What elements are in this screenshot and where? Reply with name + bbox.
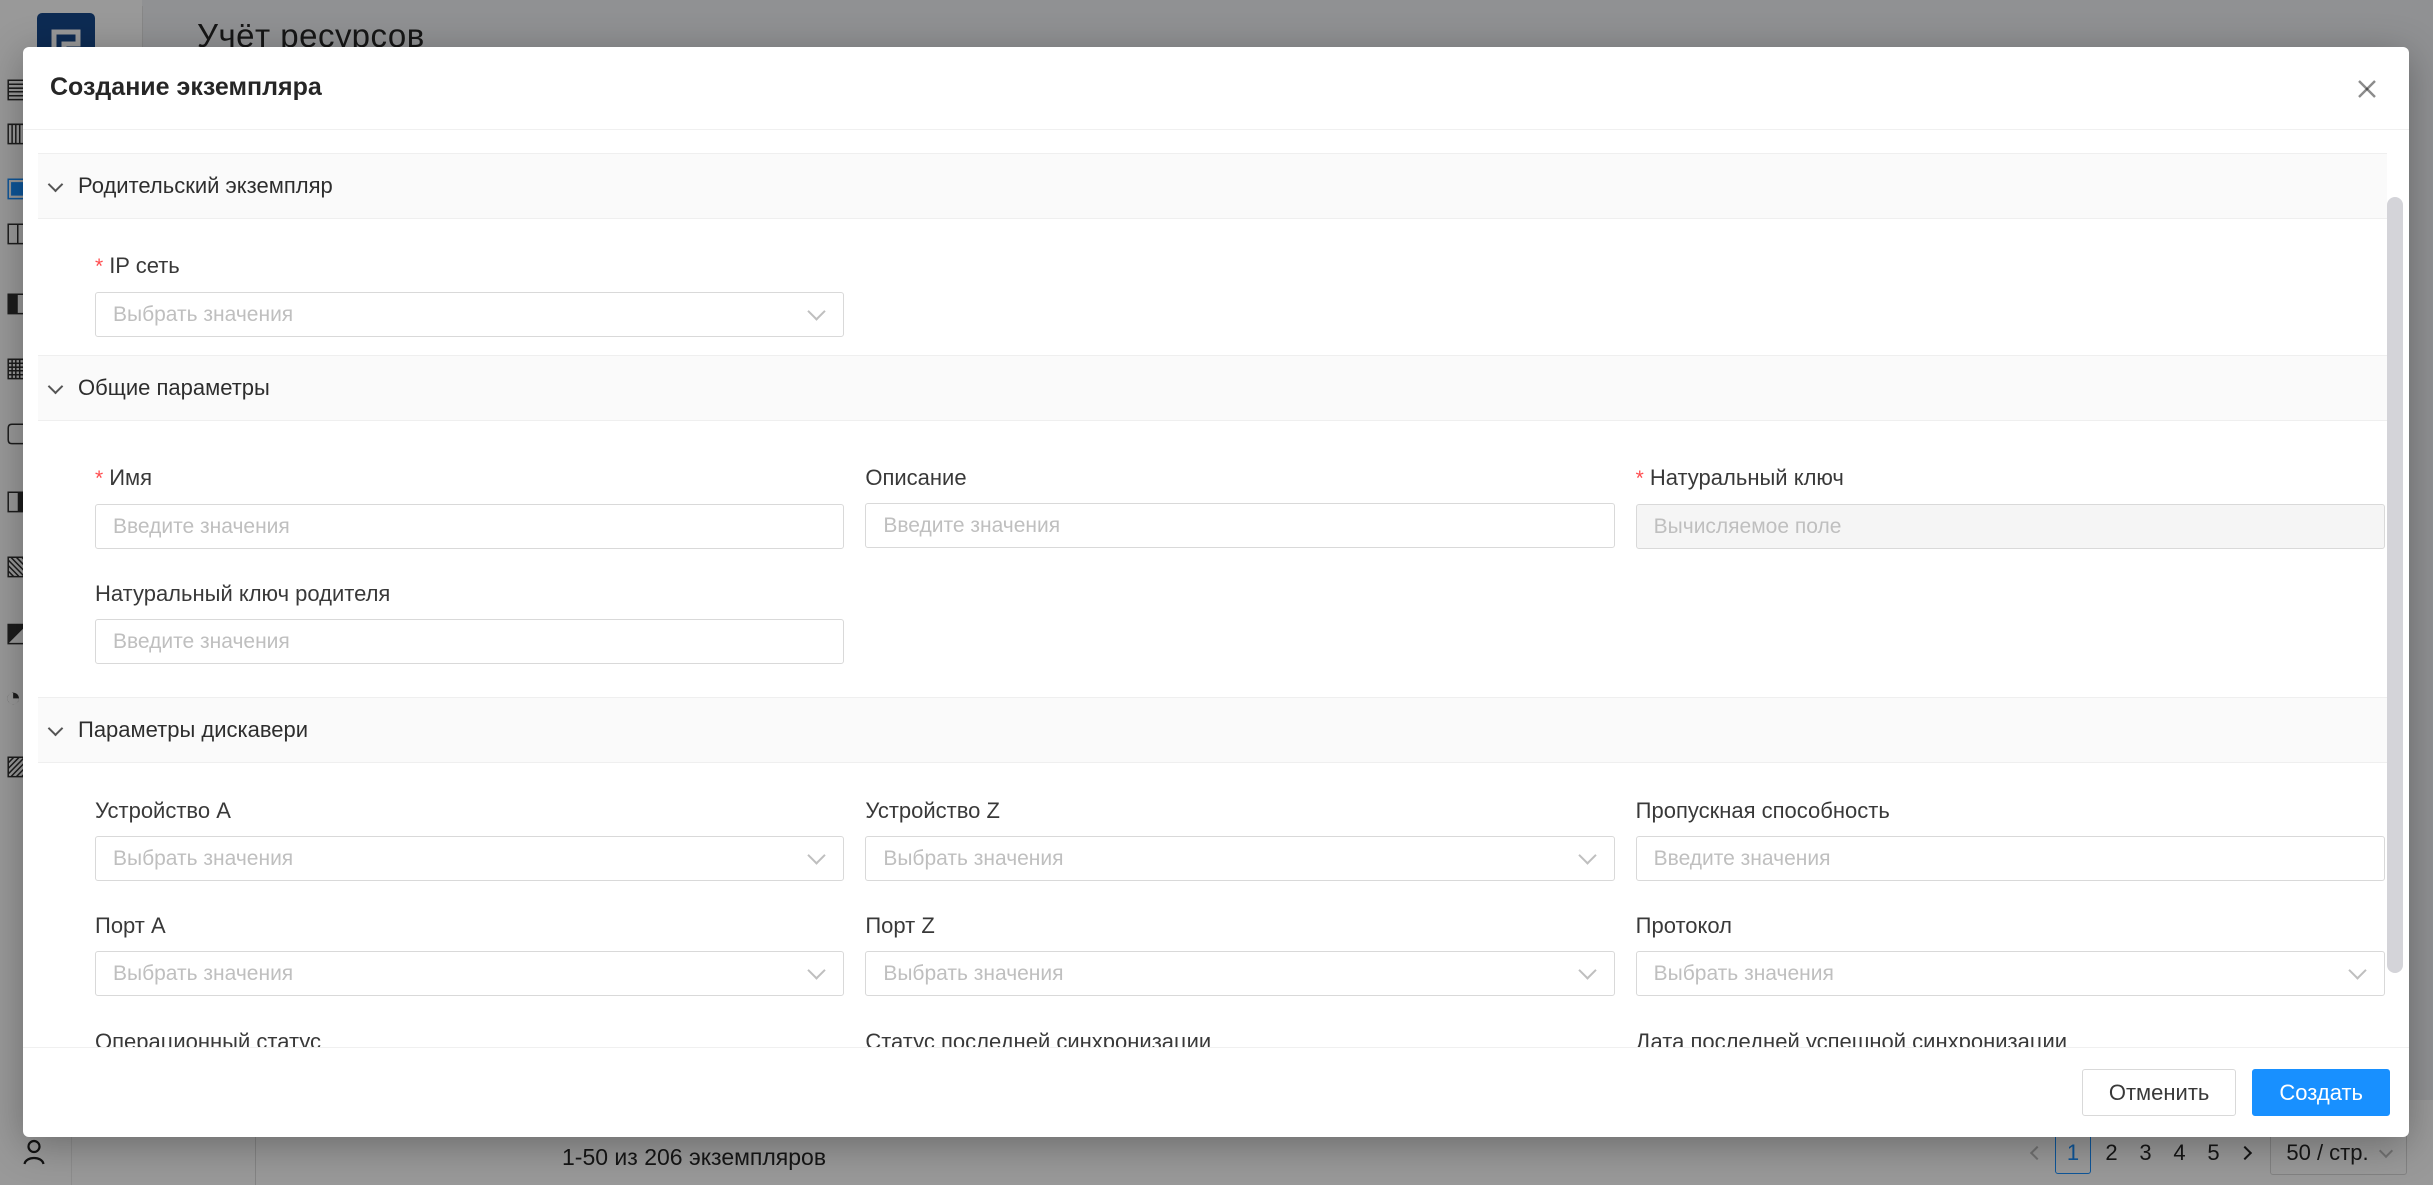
field-natural-key: *Натуральный ключ (1636, 467, 2385, 549)
cancel-button[interactable]: Отменить (2082, 1069, 2237, 1116)
select-placeholder: Выбрать значения (113, 962, 293, 986)
parent-natural-key-input[interactable] (95, 619, 844, 664)
section-header-discovery-params[interactable]: Параметры дискавери (38, 697, 2387, 763)
chevron-down-icon (48, 378, 64, 394)
protocol-select[interactable]: Выбрать значения (1636, 951, 2385, 996)
device-z-select[interactable]: Выбрать значения (865, 836, 1614, 881)
field-label: *IP сеть (95, 255, 844, 278)
section-header-parent-instance[interactable]: Родительский экземпляр (38, 153, 2387, 219)
field-label: Статус последней синхронизации (865, 1031, 1614, 1047)
select-placeholder: Выбрать значения (883, 847, 1063, 871)
field-port-z: Порт Z Выбрать значения (865, 915, 1614, 996)
field-last-successful-sync-date: Дата последней успешной синхронизации (1636, 1031, 2385, 1047)
field-parent-natural-key: Натуральный ключ родителя (95, 583, 844, 664)
port-a-select[interactable]: Выбрать значения (95, 951, 844, 996)
required-marker: * (1636, 467, 1644, 490)
select-placeholder: Выбрать значения (113, 847, 293, 871)
modal-footer: Отменить Создать (23, 1047, 2409, 1137)
chevron-down-icon (48, 176, 64, 192)
bandwidth-input[interactable] (1636, 836, 2385, 881)
chevron-down-icon (808, 846, 826, 864)
scrollbar-thumb[interactable] (2387, 197, 2403, 973)
field-label: Порт Z (865, 915, 1614, 937)
modal-header: Создание экземпляра (23, 47, 2409, 130)
port-z-select[interactable]: Выбрать значения (865, 951, 1614, 996)
section-title: Параметры дискавери (78, 717, 308, 743)
modal-title: Создание экземпляра (50, 73, 322, 102)
name-input[interactable] (95, 504, 844, 549)
description-input[interactable] (865, 503, 1614, 548)
field-label: Устройство Z (865, 800, 1614, 822)
field-label: Порт A (95, 915, 844, 937)
field-label: Операционный статус (95, 1031, 844, 1047)
field-device-z: Устройство Z Выбрать значения (865, 800, 1614, 881)
create-instance-modal: Создание экземпляра Родительский экземпл… (23, 47, 2409, 1137)
field-label: Натуральный ключ родителя (95, 583, 844, 605)
field-protocol: Протокол Выбрать значения (1636, 915, 2385, 996)
required-marker: * (95, 467, 103, 490)
close-button[interactable] (2347, 69, 2387, 109)
select-placeholder: Выбрать значения (883, 962, 1063, 986)
natural-key-input (1636, 504, 2385, 549)
close-icon (2352, 74, 2382, 104)
chevron-down-icon (808, 961, 826, 979)
select-placeholder: Выбрать значения (1654, 962, 1834, 986)
field-label: Дата последней успешной синхронизации (1636, 1031, 2385, 1047)
field-label: Протокол (1636, 915, 2385, 937)
create-button[interactable]: Создать (2252, 1069, 2390, 1116)
field-last-sync-status: Статус последней синхронизации (865, 1031, 1614, 1047)
field-name: *Имя (95, 467, 844, 549)
field-label: *Натуральный ключ (1636, 467, 2385, 490)
field-port-a: Порт A Выбрать значения (95, 915, 844, 996)
field-bandwidth: Пропускная способность (1636, 800, 2385, 881)
field-ip-network: *IP сеть Выбрать значения (95, 255, 844, 337)
section-title: Родительский экземпляр (78, 173, 333, 199)
field-label: Пропускная способность (1636, 800, 2385, 822)
chevron-down-icon (48, 720, 64, 736)
section-title: Общие параметры (78, 375, 270, 401)
field-description: Описание (865, 467, 1614, 549)
field-label: Устройство A (95, 800, 844, 822)
required-marker: * (95, 255, 103, 278)
section-header-general-params[interactable]: Общие параметры (38, 355, 2387, 421)
field-device-a: Устройство A Выбрать значения (95, 800, 844, 881)
modal-body: Родительский экземпляр *IP сеть Выбрать … (23, 130, 2409, 1047)
field-label: *Имя (95, 467, 844, 490)
chevron-down-icon (1578, 961, 1596, 979)
ip-network-select[interactable]: Выбрать значения (95, 292, 844, 337)
chevron-down-icon (2348, 961, 2366, 979)
field-label: Описание (865, 467, 1614, 489)
chevron-down-icon (808, 302, 826, 320)
chevron-down-icon (1578, 846, 1596, 864)
select-placeholder: Выбрать значения (113, 303, 293, 327)
device-a-select[interactable]: Выбрать значения (95, 836, 844, 881)
field-operational-status: Операционный статус (95, 1031, 844, 1047)
